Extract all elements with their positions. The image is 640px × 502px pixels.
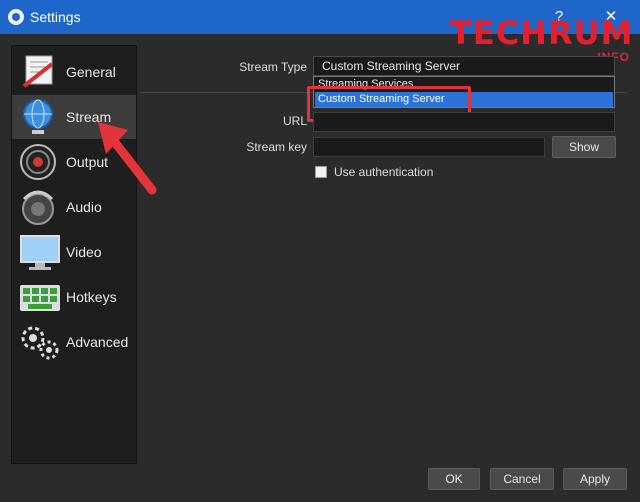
use-authentication-label: Use authentication [334, 165, 434, 179]
advanced-icon [18, 322, 62, 362]
sidebar-item-label: General [66, 64, 116, 80]
window-title: Settings [30, 9, 81, 25]
cancel-button[interactable]: Cancel [490, 468, 554, 490]
sidebar-item-label: Advanced [66, 334, 129, 350]
annotation-arrow [98, 122, 157, 195]
url-input[interactable] [313, 112, 615, 132]
stream-type-select[interactable]: Custom Streaming Server [313, 56, 615, 76]
show-key-button[interactable]: Show [552, 136, 616, 158]
ok-button[interactable]: OK [428, 468, 480, 490]
sidebar-item-general[interactable]: General [12, 50, 136, 94]
sidebar-item-hotkeys[interactable]: Hotkeys [12, 275, 136, 319]
sidebar-item-label: Video [66, 244, 102, 260]
sidebar-item-video[interactable]: Video [12, 230, 136, 274]
output-icon [18, 142, 62, 182]
stream-key-input[interactable] [313, 137, 545, 157]
apply-button[interactable]: Apply [563, 468, 627, 490]
stream-icon [18, 97, 62, 137]
settings-sidebar: General Stream Output Audio Video Hotkey… [11, 45, 137, 464]
stream-key-label: Stream key [246, 140, 307, 154]
hotkeys-icon [18, 277, 62, 317]
url-label: URL [282, 114, 307, 128]
use-authentication-checkbox[interactable] [315, 166, 327, 178]
general-icon [18, 52, 62, 92]
sidebar-item-advanced[interactable]: Advanced [12, 320, 136, 364]
sidebar-item-label: Hotkeys [66, 289, 117, 305]
video-icon [18, 232, 62, 272]
sidebar-item-label: Audio [66, 199, 102, 215]
stream-type-value: Custom Streaming Server [322, 59, 461, 73]
obs-logo-icon [8, 9, 24, 25]
audio-icon [18, 187, 62, 227]
stream-type-label: Stream Type [239, 60, 307, 74]
watermark-brand: TECHRUM [450, 14, 634, 52]
